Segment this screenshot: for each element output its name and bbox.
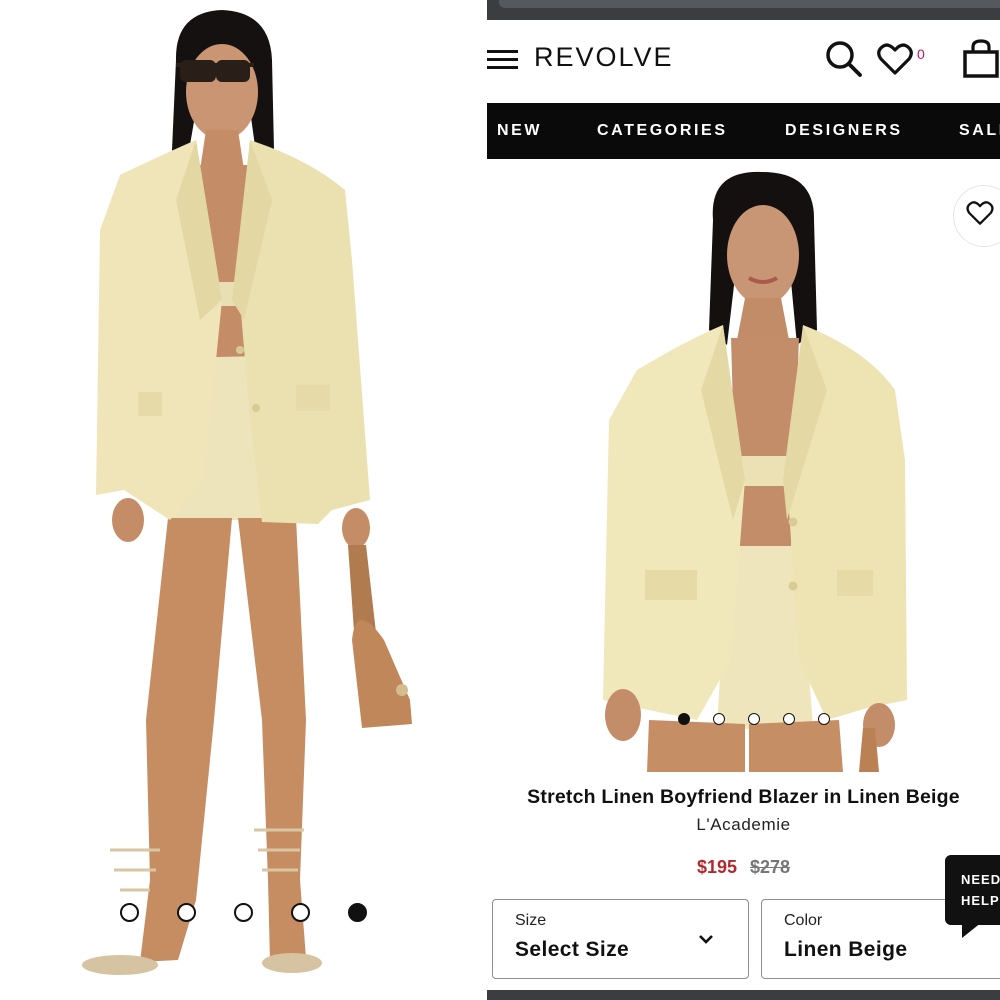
- size-select[interactable]: Size Select Size: [492, 899, 749, 979]
- product-brand-link[interactable]: L'Academie: [487, 815, 1000, 835]
- nav-item-sale[interactable]: SALE: [959, 122, 1000, 140]
- heart-icon[interactable]: [877, 42, 913, 76]
- left-product-photo-panel: [0, 0, 478, 1000]
- wishlist-count-badge: 0: [917, 46, 925, 62]
- chat-bubble-tail: [962, 922, 982, 938]
- gallery-dot-active[interactable]: [348, 903, 367, 922]
- original-price: $278: [750, 857, 791, 877]
- gallery-dot[interactable]: [291, 903, 310, 922]
- sale-price: $195: [696, 857, 737, 877]
- color-label: Color: [784, 912, 823, 929]
- nav-item-new[interactable]: NEW: [497, 122, 542, 140]
- gallery-dot[interactable]: [234, 903, 253, 922]
- chevron-down-icon: [699, 935, 713, 944]
- price-row: $195 $278: [487, 857, 1000, 878]
- site-header: REVOLVE 0: [487, 20, 1000, 102]
- product-title: Stretch Linen Boyfriend Blazer in Linen …: [527, 786, 960, 808]
- nav-item-designers[interactable]: DESIGNERS: [785, 122, 903, 140]
- gallery-dot[interactable]: [120, 903, 139, 922]
- product-gallery-dots: [678, 713, 838, 727]
- product-image-carousel[interactable]: [487, 160, 1000, 772]
- search-icon[interactable]: [825, 40, 863, 78]
- site-logo[interactable]: REVOLVE: [534, 42, 674, 73]
- shopping-bag-icon[interactable]: [961, 38, 1000, 78]
- browser-top-bar: [487, 0, 1000, 20]
- left-gallery-dots: [120, 903, 380, 923]
- size-value: Select Size: [515, 938, 630, 961]
- nav-item-categories[interactable]: CATEGORIES: [597, 122, 728, 140]
- need-help-chat-button[interactable]: NEED HELP?: [945, 855, 1000, 925]
- model-full-length-photo: [82, 10, 412, 975]
- product-photo: [603, 171, 907, 772]
- hamburger-menu-icon[interactable]: [487, 50, 518, 70]
- browser-bottom-bar: [487, 990, 1000, 1000]
- gallery-dot-active[interactable]: [678, 713, 690, 725]
- gallery-dot[interactable]: [748, 713, 760, 725]
- gallery-dot[interactable]: [783, 713, 795, 725]
- gallery-dot[interactable]: [818, 713, 830, 725]
- gallery-dot[interactable]: [177, 903, 196, 922]
- browser-address-strip: [499, 0, 1000, 8]
- heart-outline-icon: [966, 201, 994, 225]
- need-help-label: NEED HELP?: [961, 872, 1000, 908]
- gallery-dot[interactable]: [713, 713, 725, 725]
- color-value: Linen Beige: [784, 938, 908, 961]
- mobile-storefront-panel: REVOLVE 0 NEW CATEGORIES DESIGNERS SALE: [487, 0, 1000, 1000]
- category-nav-bar: NEW CATEGORIES DESIGNERS SALE: [487, 103, 1000, 159]
- size-label: Size: [515, 912, 547, 929]
